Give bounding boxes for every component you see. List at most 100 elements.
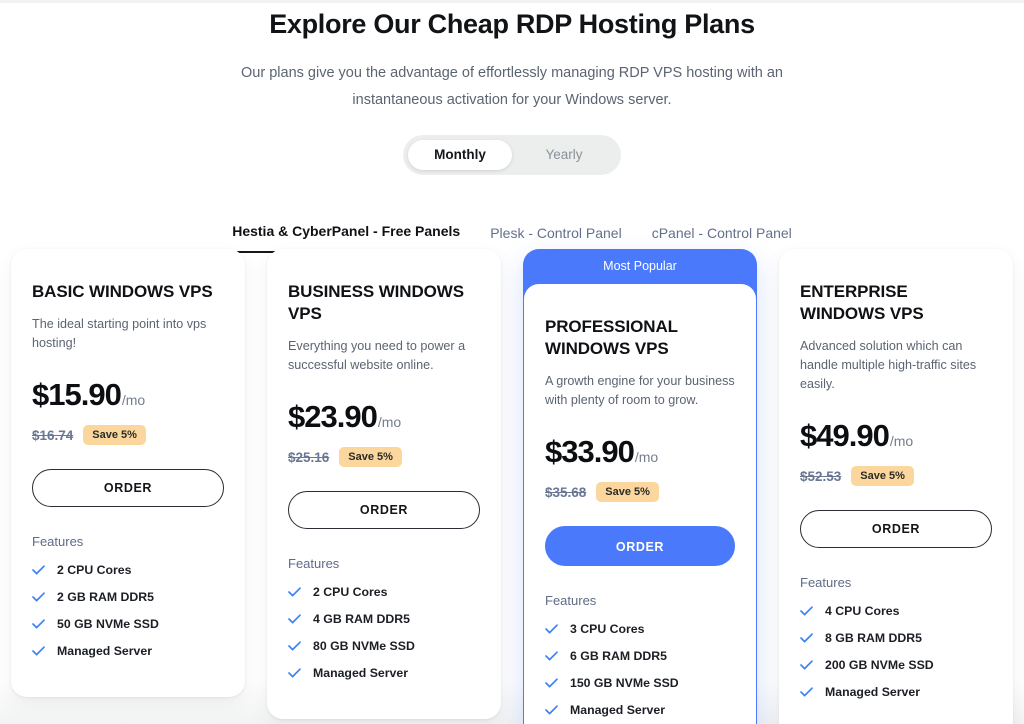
order-button[interactable]: ORDER: [545, 526, 735, 566]
check-icon: [545, 705, 558, 715]
plan-price-row: $33.90 /mo: [545, 434, 735, 470]
plan-period: /mo: [889, 433, 914, 449]
feature-label: 80 GB NVMe SSD: [313, 639, 415, 653]
check-icon: [800, 606, 813, 616]
plan-price: $49.90: [800, 418, 890, 453]
plan-price: $15.90: [32, 377, 122, 412]
feature-item: 2 CPU Cores: [288, 585, 480, 599]
plan-old-price: $16.74: [32, 427, 74, 443]
feature-item: 3 CPU Cores: [545, 622, 735, 636]
plan-card-professional[interactable]: PROFESSIONAL WINDOWS VPS A growth engine…: [523, 283, 757, 724]
check-icon: [288, 641, 301, 651]
page-title: Explore Our Cheap RDP Hosting Plans: [269, 9, 755, 39]
feature-item: 80 GB NVMe SSD: [288, 639, 480, 653]
plan-card-slot-basic: BASIC WINDOWS VPS The ideal starting poi…: [11, 249, 245, 697]
order-button[interactable]: ORDER: [800, 510, 992, 548]
check-icon: [32, 646, 45, 656]
billing-toggle[interactable]: Monthly Yearly: [403, 135, 621, 175]
plan-discount-row: $35.68 Save 5%: [545, 482, 735, 502]
feature-label: 4 CPU Cores: [825, 604, 900, 618]
plan-period: /mo: [121, 392, 146, 408]
billing-toggle-monthly[interactable]: Monthly: [408, 140, 512, 170]
feature-label: 200 GB NVMe SSD: [825, 658, 934, 672]
plan-save-badge: Save 5%: [851, 466, 914, 486]
feature-label: 8 GB RAM DDR5: [825, 631, 923, 645]
feature-item: 2 GB RAM DDR5: [32, 590, 224, 604]
billing-toggle-yearly[interactable]: Yearly: [512, 140, 616, 170]
check-icon: [32, 565, 45, 575]
feature-item: 150 GB NVMe SSD: [545, 676, 735, 690]
feature-label: 4 GB RAM DDR5: [313, 612, 411, 626]
check-icon: [32, 592, 45, 602]
feature-item: 6 GB RAM DDR5: [545, 649, 735, 663]
feature-label: 2 CPU Cores: [57, 563, 132, 577]
feature-label: Managed Server: [570, 703, 666, 717]
plan-card-enterprise[interactable]: ENTERPRISE WINDOWS VPS Advanced solution…: [779, 249, 1013, 724]
plan-old-price: $35.68: [545, 484, 587, 500]
feature-label: Managed Server: [313, 666, 409, 680]
plan-name: BUSINESS WINDOWS VPS: [288, 282, 464, 323]
plan-description: Everything you need to power a successfu…: [288, 339, 466, 372]
features-heading: Features: [32, 534, 84, 549]
plan-old-price: $52.53: [800, 468, 842, 484]
order-button[interactable]: ORDER: [288, 491, 480, 529]
check-icon: [288, 614, 301, 624]
feature-label: 3 CPU Cores: [570, 622, 645, 636]
plan-save-badge: Save 5%: [83, 425, 146, 445]
check-icon: [32, 619, 45, 629]
pricing-cards: BASIC WINDOWS VPS The ideal starting poi…: [11, 249, 1013, 724]
check-icon: [545, 651, 558, 661]
featured-plan-wrapper: Most Popular PROFESSIONAL WINDOWS VPS A …: [523, 249, 757, 724]
features-list: 4 CPU Cores 8 GB RAM DDR5 200 GB NVMe SS…: [800, 604, 992, 699]
plan-discount-row: $52.53 Save 5%: [800, 466, 992, 486]
plan-card-basic[interactable]: BASIC WINDOWS VPS The ideal starting poi…: [11, 249, 245, 697]
check-icon: [800, 687, 813, 697]
plan-price: $23.90: [288, 399, 378, 434]
feature-item: Managed Server: [545, 703, 735, 717]
plan-save-badge: Save 5%: [339, 447, 402, 467]
plan-save-badge: Save 5%: [596, 482, 659, 502]
feature-item: Managed Server: [32, 644, 224, 658]
features-list: 2 CPU Cores 4 GB RAM DDR5 80 GB NVMe SSD…: [288, 585, 480, 680]
plan-price-row: $15.90 /mo: [32, 377, 224, 413]
page-subtitle: Our plans give you the advantage of effo…: [241, 65, 783, 108]
plan-name: BASIC WINDOWS VPS: [32, 282, 213, 301]
top-divider: [0, 0, 1024, 3]
plan-period: /mo: [377, 414, 402, 430]
feature-item: 50 GB NVMe SSD: [32, 617, 224, 631]
feature-label: 6 GB RAM DDR5: [570, 649, 668, 663]
plan-name: PROFESSIONAL WINDOWS VPS: [545, 317, 678, 358]
plan-description: Advanced solution which can handle multi…: [800, 339, 977, 391]
plan-discount-row: $16.74 Save 5%: [32, 425, 224, 445]
check-icon: [800, 660, 813, 670]
features-heading: Features: [800, 575, 852, 590]
feature-item: Managed Server: [288, 666, 480, 680]
feature-item: 8 GB RAM DDR5: [800, 631, 992, 645]
plan-card-business[interactable]: BUSINESS WINDOWS VPS Everything you need…: [267, 249, 501, 719]
features-heading: Features: [288, 556, 340, 571]
feature-item: 2 CPU Cores: [32, 563, 224, 577]
feature-label: Managed Server: [825, 685, 921, 699]
plan-description: A growth engine for your business with p…: [545, 374, 735, 407]
feature-label: 2 CPU Cores: [313, 585, 388, 599]
plan-price-row: $49.90 /mo: [800, 418, 992, 454]
feature-label: 50 GB NVMe SSD: [57, 617, 159, 631]
feature-item: Managed Server: [800, 685, 992, 699]
pricing-page: Explore Our Cheap RDP Hosting Plans Our …: [0, 0, 1024, 724]
check-icon: [545, 624, 558, 634]
check-icon: [545, 678, 558, 688]
billing-toggle-wrap: Monthly Yearly: [0, 135, 1024, 175]
plan-old-price: $25.16: [288, 449, 330, 465]
feature-item: 4 CPU Cores: [800, 604, 992, 618]
plan-name: ENTERPRISE WINDOWS VPS: [800, 282, 924, 323]
check-icon: [288, 668, 301, 678]
order-button[interactable]: ORDER: [32, 469, 224, 507]
plan-card-slot-enterprise: ENTERPRISE WINDOWS VPS Advanced solution…: [779, 249, 1013, 724]
most-popular-badge: Most Popular: [603, 259, 677, 273]
features-list: 2 CPU Cores 2 GB RAM DDR5 50 GB NVMe SSD…: [32, 563, 224, 658]
plan-price: $33.90: [545, 434, 635, 469]
plan-period: /mo: [634, 449, 659, 465]
features-heading: Features: [545, 593, 597, 608]
plan-card-slot-professional: Most Popular PROFESSIONAL WINDOWS VPS A …: [523, 249, 757, 724]
feature-label: 150 GB NVMe SSD: [570, 676, 679, 690]
